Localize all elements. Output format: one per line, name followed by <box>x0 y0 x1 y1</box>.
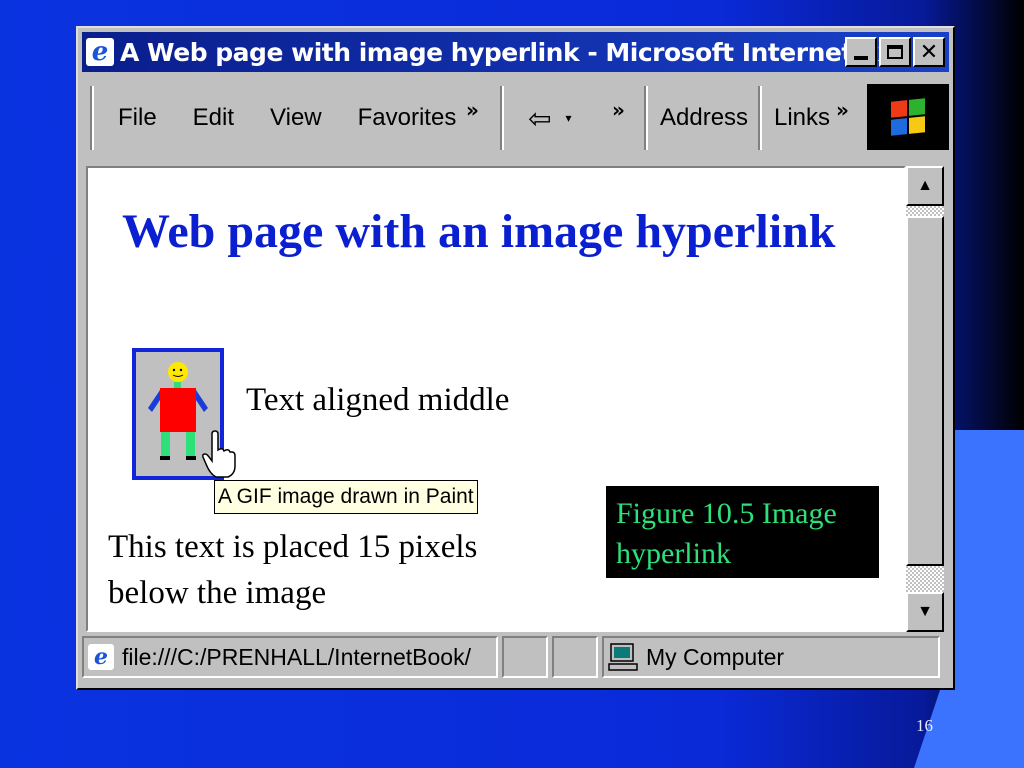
ie-icon[interactable]: e <box>86 38 114 66</box>
links-bar: Links » <box>760 86 852 150</box>
nav-more-chevron[interactable]: » <box>612 98 625 122</box>
image-tooltip: A GIF image drawn in Paint <box>214 480 478 514</box>
back-arrow-icon[interactable]: ⇦ <box>528 102 551 135</box>
maximize-icon <box>887 45 903 59</box>
menu-edit[interactable]: Edit <box>193 104 234 132</box>
browser-window: e A Web page with image hyperlink - Micr… <box>76 26 955 690</box>
computer-icon <box>608 643 638 671</box>
address-label[interactable]: Address <box>660 104 748 132</box>
menu-view[interactable]: View <box>270 104 322 132</box>
status-cell-empty-1 <box>502 636 548 678</box>
scroll-down-icon: ▼ <box>917 603 933 620</box>
page-heading: Web page with an image hyperlink <box>122 205 836 258</box>
menu-bar: File Edit View Favorites » <box>92 86 490 150</box>
menu-favorites[interactable]: Favorites <box>358 104 457 132</box>
figure-caption: Figure 10.5 Image hyperlink <box>606 486 879 578</box>
menu-file[interactable]: File <box>118 104 157 132</box>
menu-more-chevron[interactable]: » <box>466 98 479 122</box>
links-more-chevron[interactable]: » <box>836 98 849 122</box>
status-zone: My Computer <box>646 643 785 670</box>
hand-cursor-icon <box>202 430 236 478</box>
close-icon: ✕ <box>919 39 939 65</box>
address-bar: Address <box>646 86 748 150</box>
status-zone-cell: My Computer <box>602 636 940 678</box>
vertical-scrollbar[interactable]: ▲ ▼ <box>906 166 944 632</box>
page-content: Web page with an image hyperlink Text al… <box>86 166 906 632</box>
status-bar: e file:///C:/PRENHALL/InternetBook/ My C… <box>82 636 949 682</box>
window-controls: ✕ <box>845 37 945 67</box>
links-label[interactable]: Links <box>774 104 830 132</box>
windows-logo <box>867 84 949 150</box>
status-cell-empty-2 <box>552 636 598 678</box>
windows-flag-icon <box>891 98 925 136</box>
slide-number: 16 <box>916 716 933 735</box>
toolbar: File Edit View Favorites » ⇦ ▾ » Address… <box>82 82 949 154</box>
scroll-down-button[interactable]: ▼ <box>906 592 944 632</box>
scroll-thumb[interactable] <box>906 216 944 566</box>
status-url-cell: e file:///C:/PRENHALL/InternetBook/ <box>82 636 498 678</box>
text-below-image: This text is placed 15 pixels below the … <box>108 529 478 611</box>
maximize-button[interactable] <box>879 37 911 67</box>
scroll-up-icon: ▲ <box>917 177 933 194</box>
status-url: file:///C:/PRENHALL/InternetBook/ <box>122 643 471 670</box>
ie-page-icon: e <box>88 644 114 670</box>
window-title: A Web page with image hyperlink - Micros… <box>120 37 921 67</box>
minimize-icon <box>854 56 868 60</box>
title-bar[interactable]: e A Web page with image hyperlink - Micr… <box>82 32 949 72</box>
minimize-button[interactable] <box>845 37 877 67</box>
navigation-bar: ⇦ ▾ » <box>502 86 634 150</box>
text-aligned-middle: Text aligned middle <box>246 382 510 418</box>
back-dropdown-icon[interactable]: ▾ <box>565 111 571 125</box>
close-button[interactable]: ✕ <box>913 37 945 67</box>
scroll-up-button[interactable]: ▲ <box>906 166 944 206</box>
